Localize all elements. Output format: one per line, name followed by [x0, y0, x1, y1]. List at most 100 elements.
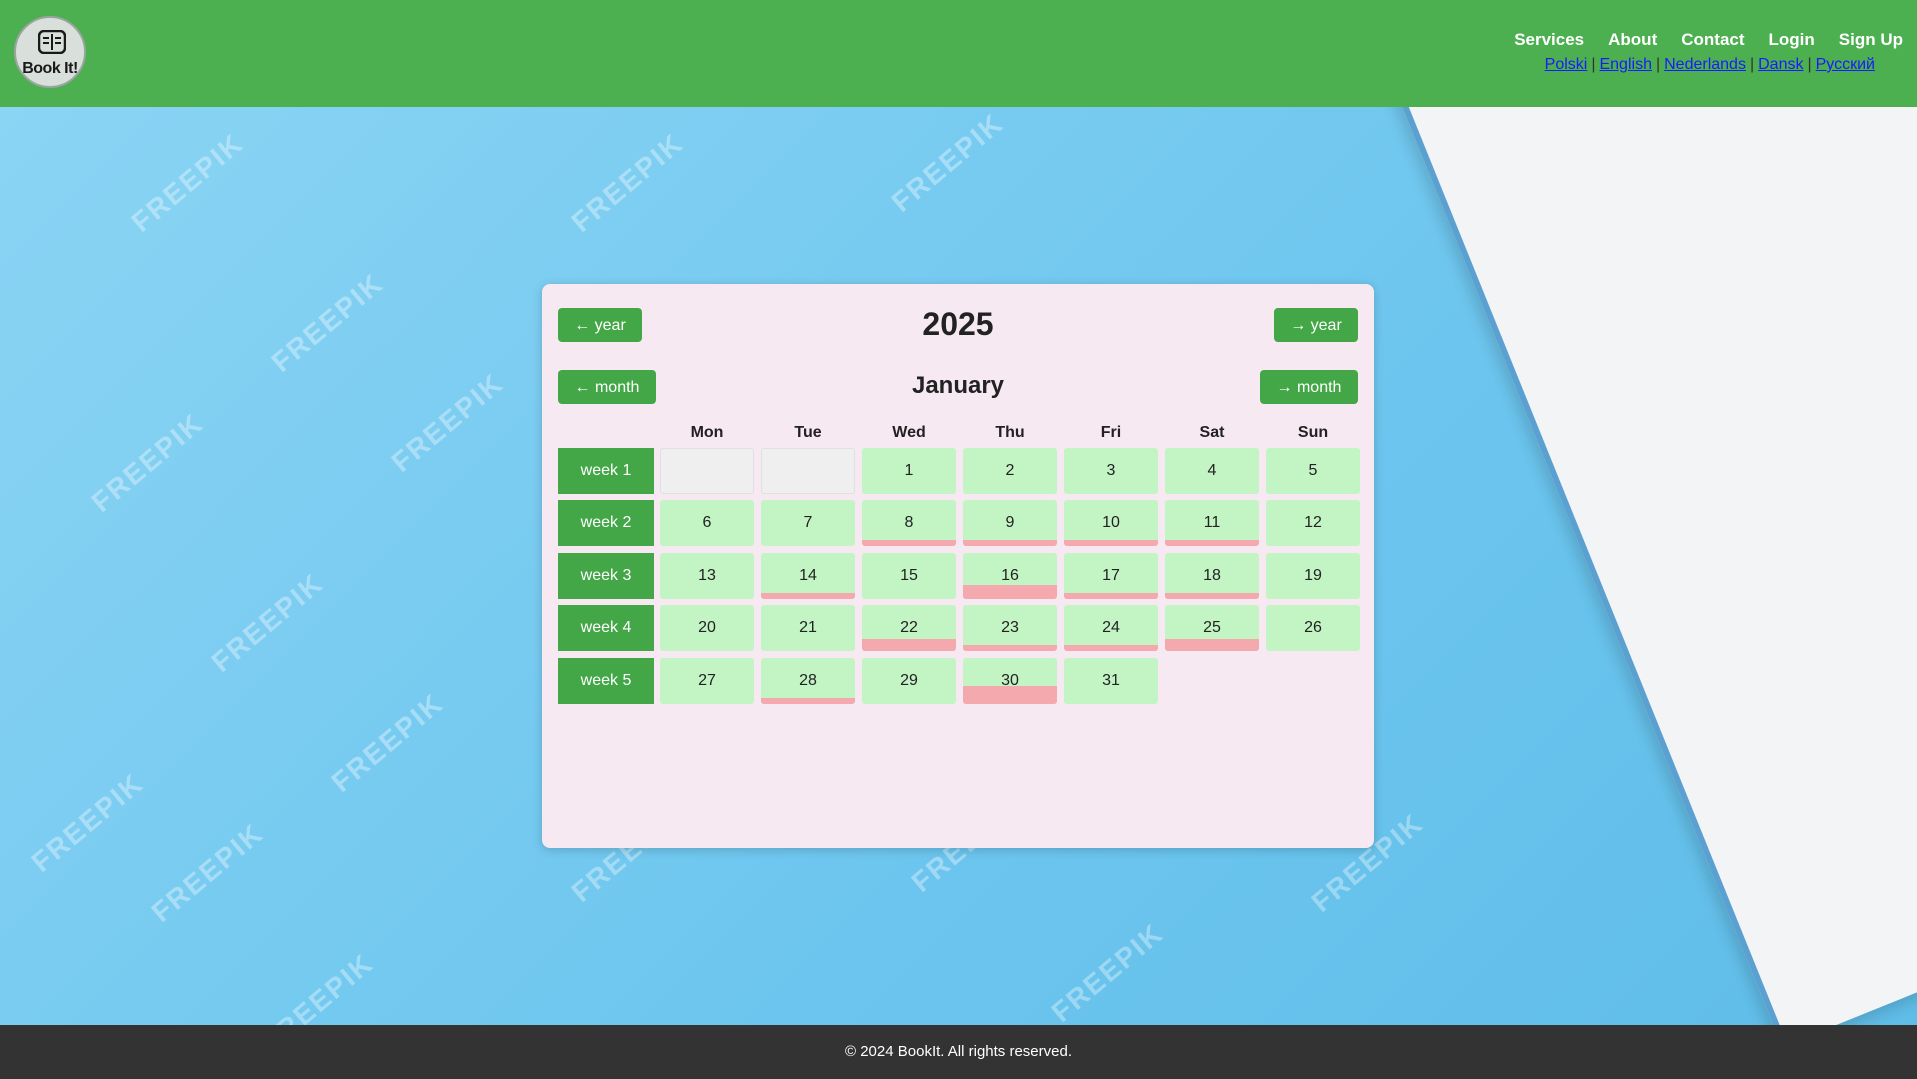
day-cell[interactable]: 13 [660, 553, 754, 599]
desk-calendar-photo [1370, 107, 1917, 1025]
day-number: 15 [900, 567, 918, 584]
lang-nederlands[interactable]: Nederlands [1664, 56, 1746, 73]
copyright-text: © 2024 BookIt. All rights reserved. [845, 1043, 1072, 1060]
day-cell[interactable]: 9 [963, 500, 1057, 546]
day-number: 14 [799, 567, 817, 584]
booked-indicator [761, 593, 855, 599]
booked-indicator [963, 540, 1057, 546]
nav-login[interactable]: Login [1769, 30, 1815, 50]
day-cell[interactable]: 1 [862, 448, 956, 494]
day-number: 18 [1203, 567, 1221, 584]
day-cell[interactable]: 24 [1064, 605, 1158, 651]
calendar-card: ← year 2025 → year ← month January → mon… [542, 284, 1374, 848]
day-cell[interactable]: 16 [963, 553, 1057, 599]
nav-services[interactable]: Services [1514, 30, 1584, 50]
month-title: January [911, 372, 1005, 399]
day-number: 17 [1102, 567, 1120, 584]
booked-indicator [761, 698, 855, 704]
week-label[interactable]: week 1 [558, 448, 654, 494]
day-cell[interactable]: 25 [1165, 605, 1259, 651]
day-number: 27 [698, 672, 716, 689]
day-cell[interactable]: 15 [862, 553, 956, 599]
lang-english[interactable]: English [1599, 56, 1651, 73]
lang-separator: | [1807, 56, 1812, 73]
watermark: FREEPIK [205, 567, 330, 678]
booked-indicator [1165, 540, 1259, 546]
day-number: 20 [698, 619, 716, 636]
day-number: 3 [1106, 462, 1116, 479]
bookit-logo[interactable]: Book It! [14, 16, 86, 88]
week-label[interactable]: week 2 [558, 500, 654, 546]
next-year-button[interactable]: → year [1274, 308, 1358, 342]
day-number: 7 [803, 514, 813, 531]
week-label[interactable]: week 3 [558, 553, 654, 599]
day-cell[interactable]: 30 [963, 658, 1057, 704]
day-cell[interactable]: 5 [1266, 448, 1360, 494]
day-cell[interactable]: 29 [862, 658, 956, 704]
day-cell[interactable]: 19 [1266, 553, 1360, 599]
day-number: 28 [799, 672, 817, 689]
day-cell[interactable]: 23 [963, 605, 1057, 651]
day-number: 10 [1102, 514, 1120, 531]
day-number: 6 [702, 514, 712, 531]
day-cell[interactable]: 31 [1064, 658, 1158, 704]
site-footer: © 2024 BookIt. All rights reserved. [0, 1025, 1917, 1079]
day-cell[interactable]: 10 [1064, 500, 1158, 546]
day-number: 22 [900, 619, 918, 636]
site-header: Book It! Services About Contact Login Si… [0, 0, 1917, 107]
lang-polski[interactable]: Polski [1545, 56, 1588, 73]
day-number: 12 [1304, 514, 1322, 531]
day-cell[interactable]: 18 [1165, 553, 1259, 599]
day-header-wed: Wed [892, 424, 926, 441]
day-cell[interactable]: 22 [862, 605, 956, 651]
day-cell[interactable]: 4 [1165, 448, 1259, 494]
watermark: FREEPIK [565, 127, 690, 238]
day-cell[interactable]: 17 [1064, 553, 1158, 599]
week-label[interactable]: week 4 [558, 605, 654, 651]
year-title: 2025 [922, 306, 994, 342]
nav-signup[interactable]: Sign Up [1839, 30, 1903, 50]
lang-separator: | [1591, 56, 1596, 73]
day-cell[interactable]: 8 [862, 500, 956, 546]
day-cell[interactable]: 21 [761, 605, 855, 651]
booked-indicator [1064, 540, 1158, 546]
watermark: FREEPIK [325, 687, 450, 798]
lang-separator: | [1749, 56, 1755, 73]
day-number: 19 [1304, 567, 1322, 584]
watermark: FREEPIK [25, 767, 150, 878]
day-cell[interactable]: 2 [963, 448, 1057, 494]
day-number: 9 [1005, 514, 1015, 531]
day-number: 13 [698, 567, 716, 584]
day-header-sat: Sat [1199, 424, 1225, 441]
watermark: FREEPIK [1045, 917, 1170, 1025]
day-cell[interactable]: 11 [1165, 500, 1259, 546]
empty-day-cell [761, 448, 855, 494]
day-cell[interactable]: 3 [1064, 448, 1158, 494]
booked-indicator [1165, 639, 1259, 651]
day-cell[interactable]: 6 [660, 500, 754, 546]
day-cell[interactable]: 27 [660, 658, 754, 704]
nav-about[interactable]: About [1608, 30, 1657, 50]
empty-day-cell [660, 448, 754, 494]
watermark: FREEPIK [145, 817, 270, 928]
day-number: 16 [1001, 567, 1019, 584]
lang-dansk[interactable]: Dansk [1758, 56, 1803, 73]
day-number: 31 [1102, 672, 1120, 689]
day-header-fri: Fri [1100, 424, 1122, 441]
main-nav: Services About Contact Login Sign Up [1514, 30, 1903, 50]
day-number: 2 [1005, 462, 1015, 479]
week-label[interactable]: week 5 [558, 658, 654, 704]
day-cell[interactable]: 20 [660, 605, 754, 651]
day-number: 24 [1102, 619, 1120, 636]
lang-russian[interactable]: Русский [1816, 56, 1875, 73]
nav-contact[interactable]: Contact [1681, 30, 1744, 50]
day-cell[interactable]: 26 [1266, 605, 1360, 651]
lang-separator: | [1655, 56, 1661, 73]
day-cell[interactable]: 14 [761, 553, 855, 599]
day-cell[interactable]: 7 [761, 500, 855, 546]
day-number: 11 [1203, 514, 1221, 531]
day-cell[interactable]: 28 [761, 658, 855, 704]
day-cell[interactable]: 12 [1266, 500, 1360, 546]
next-month-button[interactable]: → month [1260, 370, 1358, 404]
booked-indicator [963, 585, 1057, 599]
